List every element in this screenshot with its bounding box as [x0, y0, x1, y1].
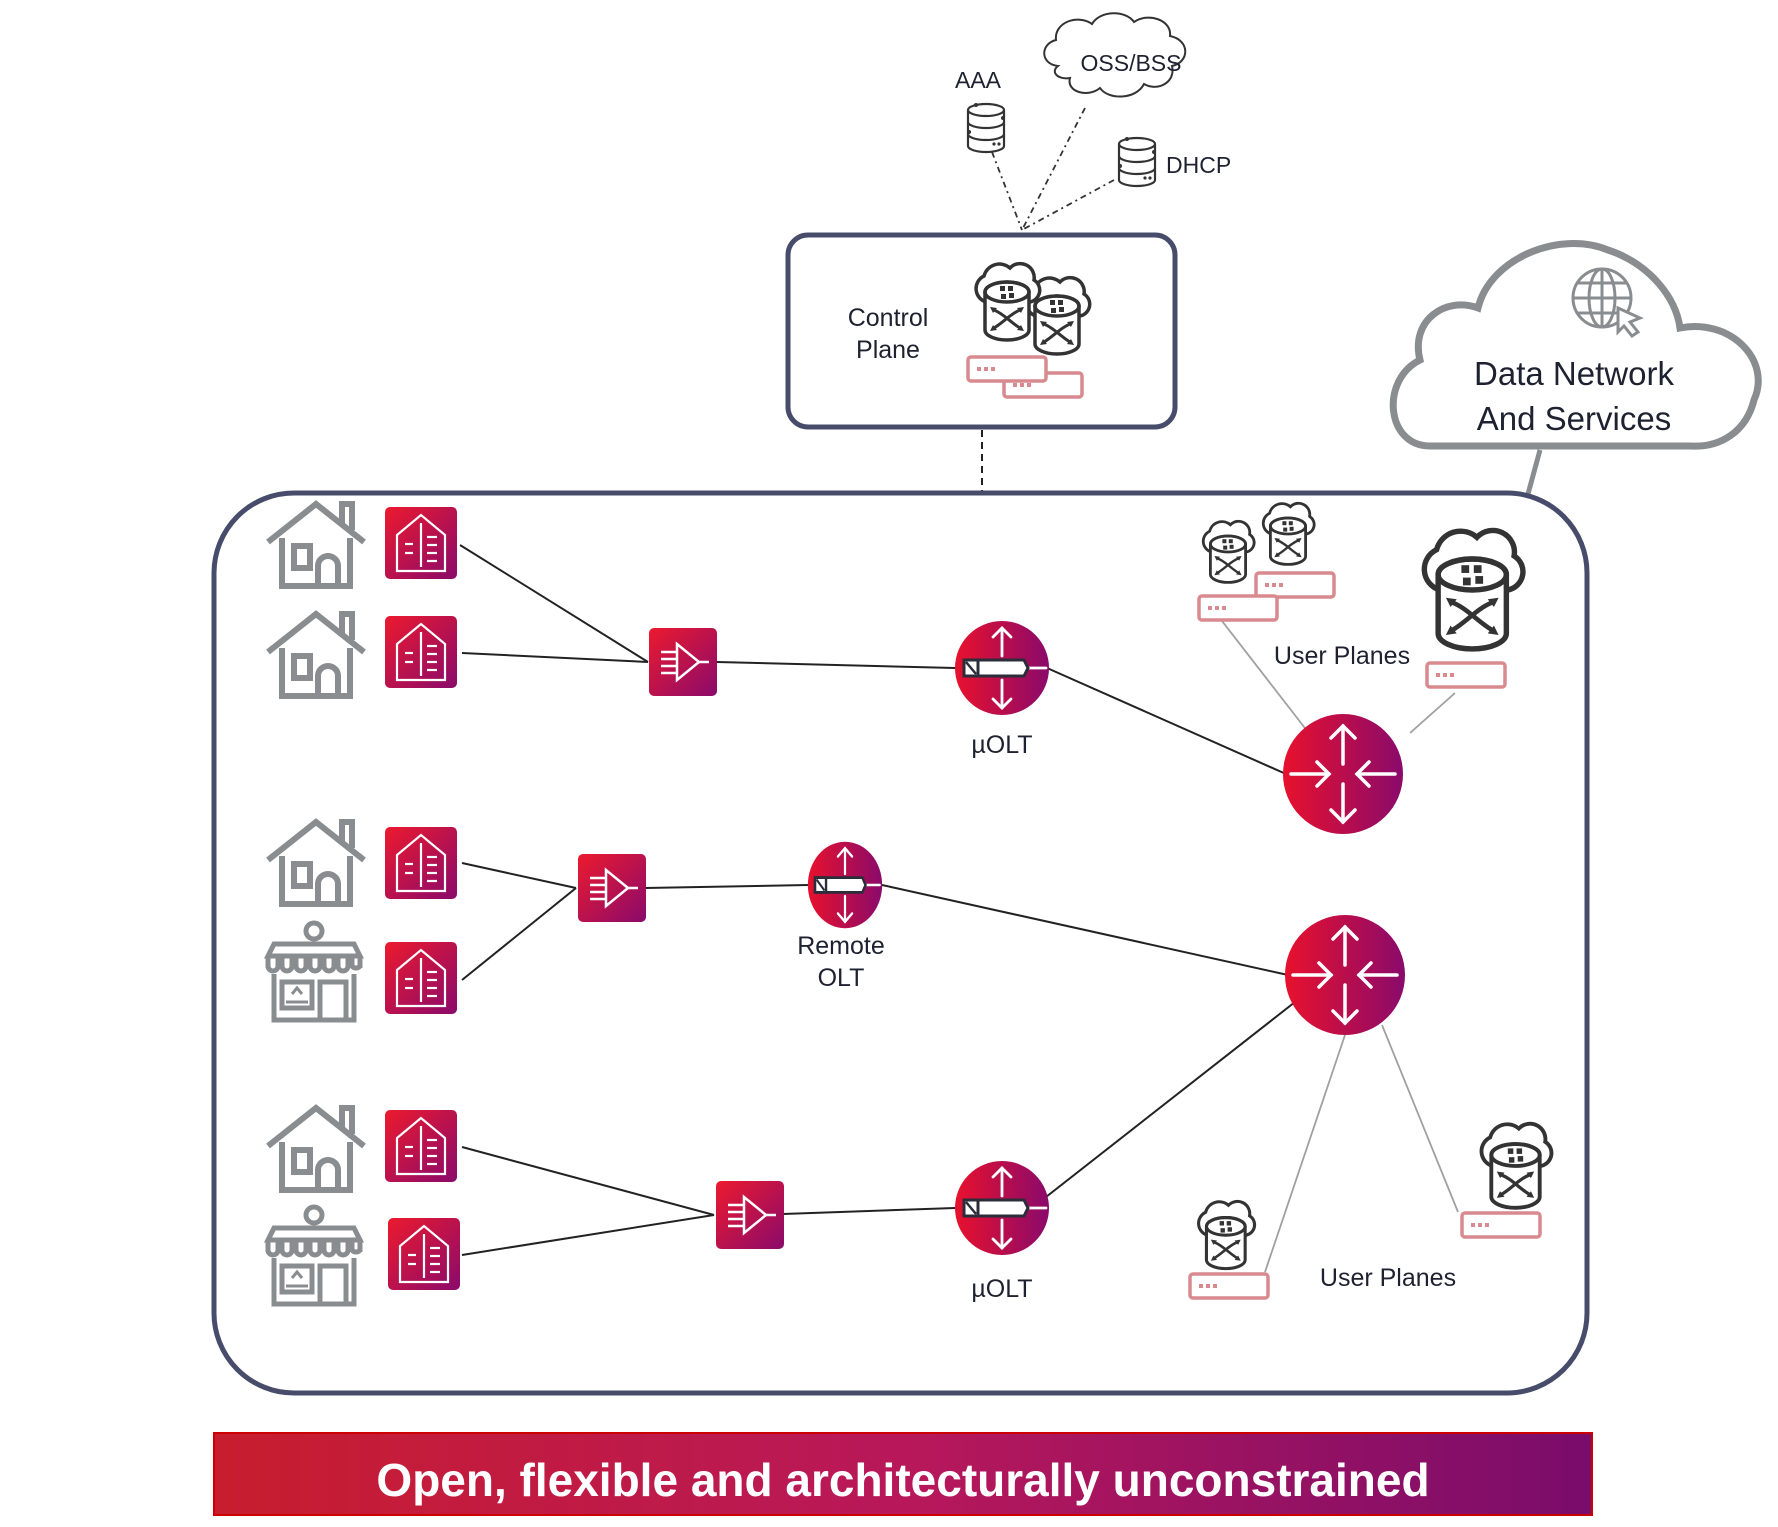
- ont-icon[interactable]: [383, 505, 459, 581]
- shop-icon: [268, 1207, 360, 1304]
- olt-bottom-label: µOLT: [971, 1275, 1032, 1303]
- link-ont4-splitter2: [461, 887, 577, 981]
- control-plane-box[interactable]: [785, 232, 1178, 430]
- user-plane-server-icon[interactable]: [1424, 530, 1523, 648]
- data-network-cloud[interactable]: Data Network And Services: [1389, 240, 1762, 495]
- user-planes-bottom-label: User Planes: [1320, 1264, 1456, 1292]
- link-router1-upf-a: [1221, 620, 1309, 733]
- ont-icon[interactable]: [383, 825, 459, 901]
- dhcp-label: DHCP: [1166, 152, 1231, 178]
- link-aaa-control: [991, 151, 1023, 231]
- splitter-icon[interactable]: [647, 626, 719, 698]
- user-plane-server-icon[interactable]: [1479, 1121, 1554, 1210]
- control-links: [991, 107, 1115, 231]
- link-router2-upf-d: [1381, 1024, 1459, 1213]
- top-services: AAA OSS/BSS DHCP: [955, 12, 1231, 231]
- olt-top[interactable]: µOLT: [953, 619, 1051, 759]
- dhcp-database-icon[interactable]: [1116, 135, 1158, 188]
- link-ont1-splitter1: [459, 544, 649, 663]
- link-ont5-splitter3: [461, 1146, 715, 1216]
- house-icon: [268, 504, 364, 586]
- link-splitter3-olt2: [782, 1207, 956, 1215]
- aaa-database-icon[interactable]: [965, 101, 1007, 154]
- server-blade-icon: [1460, 1211, 1542, 1239]
- link-splitter1-olt1: [716, 661, 956, 669]
- house-icon: [268, 614, 364, 696]
- router-icon[interactable]: [1283, 913, 1407, 1037]
- control-plane-server-icon: [966, 261, 1092, 399]
- data-network-label-2: And Services: [1477, 400, 1671, 437]
- network-diagram: AAA OSS/BSS DHCP Control Plane Data Netw…: [211, 12, 1762, 1516]
- olt-icon[interactable]: [953, 619, 1051, 717]
- link-router1-upf-b: [1409, 692, 1456, 734]
- splitter-icon[interactable]: [576, 852, 648, 924]
- onts: [383, 505, 462, 1292]
- link-olt2-router2: [1045, 1001, 1296, 1198]
- link-ont2-splitter1: [461, 652, 649, 663]
- user-planes-top[interactable]: User Planes: [1197, 501, 1523, 689]
- user-planes-top-label: User Planes: [1274, 642, 1410, 670]
- server-blade-icon: [1197, 594, 1279, 622]
- link-splitter2-remote-olt: [644, 884, 809, 889]
- user-plane-server-icon[interactable]: [1201, 519, 1256, 584]
- server-blade-icon: [1254, 571, 1336, 599]
- cloud-to-access-link: [1525, 449, 1543, 495]
- control-plane[interactable]: Control Plane: [785, 232, 1178, 492]
- link-oss-control: [1021, 107, 1086, 231]
- remote-olt-label-1: Remote: [797, 932, 885, 960]
- data-network-label-1: Data Network: [1474, 355, 1674, 392]
- remote-olt-label-2: OLT: [818, 964, 865, 992]
- olt-remote[interactable]: Remote OLT: [797, 840, 885, 992]
- banner-text: Open, flexible and architecturally uncon…: [376, 1454, 1429, 1506]
- control-plane-label-1: Control: [848, 304, 929, 332]
- user-plane-server-icon[interactable]: [1261, 501, 1316, 566]
- house-icon: [268, 822, 364, 904]
- splitters: [576, 626, 786, 1251]
- oss-bss-label: OSS/BSS: [1081, 50, 1182, 76]
- link-ont3-splitter2: [461, 862, 577, 889]
- link-router2-upf-c: [1264, 1034, 1346, 1273]
- olt-top-label: µOLT: [971, 731, 1032, 759]
- control-plane-label-2: Plane: [856, 336, 920, 364]
- olt-icon[interactable]: [953, 1159, 1051, 1257]
- ont-icon[interactable]: [383, 1108, 459, 1184]
- premises: [268, 504, 364, 1304]
- shop-icon: [268, 923, 360, 1020]
- router-icon[interactable]: [1281, 712, 1405, 836]
- server-blade-icon: [1188, 1272, 1270, 1300]
- splitter-icon[interactable]: [714, 1179, 786, 1251]
- link-olt1-router1: [1046, 667, 1287, 775]
- ont-icon[interactable]: [383, 614, 459, 690]
- link-dhcp-control: [1021, 179, 1115, 231]
- tagline-banner: Open, flexible and architecturally uncon…: [213, 1432, 1593, 1516]
- house-icon: [268, 1108, 364, 1190]
- ont-icon[interactable]: [386, 1216, 462, 1292]
- olt-bottom[interactable]: µOLT: [953, 1159, 1051, 1303]
- user-plane-server-icon[interactable]: [1197, 1199, 1257, 1271]
- link-remote-olt-router2: [881, 884, 1289, 976]
- olt-icon[interactable]: [806, 840, 884, 930]
- aaa-label: AAA: [955, 67, 1002, 93]
- server-blade-icon: [1425, 661, 1507, 689]
- link-ont6-splitter3: [461, 1214, 715, 1256]
- user-planes-bottom[interactable]: User Planes: [1188, 1121, 1554, 1300]
- ont-icon[interactable]: [383, 940, 459, 1016]
